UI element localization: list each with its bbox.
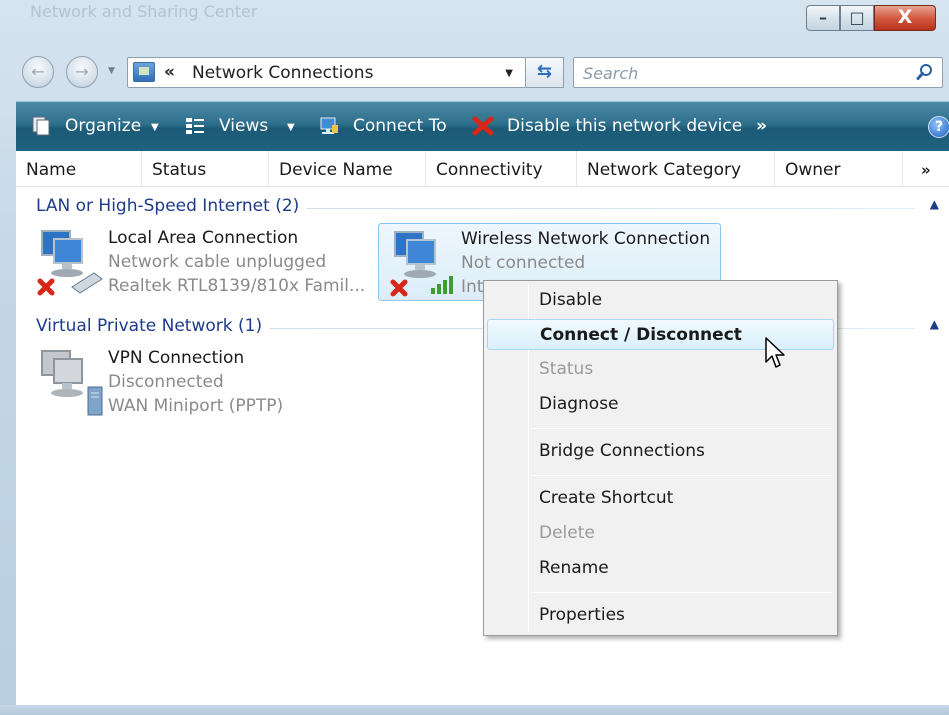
back-button[interactable]: ← xyxy=(22,56,54,88)
connection-status: Disconnected xyxy=(108,372,224,392)
collapse-chevron-icon[interactable]: ▲ xyxy=(930,197,939,211)
menu-item-bridge-connections[interactable]: Bridge Connections xyxy=(487,436,834,467)
address-dropdown-icon[interactable]: ▼ xyxy=(505,68,513,79)
menu-separator xyxy=(532,592,832,593)
column-header-owner[interactable]: Owner xyxy=(775,151,903,187)
refresh-button[interactable]: ⇆ xyxy=(526,57,564,88)
search-input[interactable]: Search xyxy=(573,57,943,88)
address-text[interactable]: Network Connections xyxy=(192,63,373,83)
network-connections-icon xyxy=(133,62,155,82)
views-label: Views xyxy=(219,116,269,136)
vpn-network-icon xyxy=(41,350,103,416)
title-bar[interactable]: Network and Sharing Center – □ X xyxy=(0,0,949,44)
organize-icon xyxy=(32,116,50,136)
group-label-lan: LAN or High-Speed Internet (2) xyxy=(36,196,308,216)
command-bar: Organize ▼ Views ▼ Connect To Disable th… xyxy=(16,101,949,151)
connection-status: Not connected xyxy=(461,253,586,273)
column-headers: Name Status Device Name Connectivity Net… xyxy=(16,151,949,187)
connect-to-icon xyxy=(320,117,338,134)
views-icon xyxy=(186,118,204,134)
more-columns-chevron-icon[interactable]: » xyxy=(921,161,931,179)
menu-item-create-shortcut[interactable]: Create Shortcut xyxy=(487,483,834,514)
connection-name: Local Area Connection xyxy=(108,228,299,248)
disable-device-label: Disable this network device xyxy=(507,116,743,136)
connection-device: WAN Miniport (PPTP) xyxy=(108,396,284,416)
column-header-name[interactable]: Name xyxy=(16,151,142,187)
connection-name: VPN Connection xyxy=(108,348,245,368)
recent-pages-dropdown-icon[interactable]: ▼ xyxy=(108,66,115,76)
help-icon[interactable]: ? xyxy=(928,116,949,138)
collapse-chevron-icon[interactable]: ▲ xyxy=(930,317,939,331)
connection-device: Realtek RTL8139/810x Famil... xyxy=(108,276,366,296)
column-header-status[interactable]: Status xyxy=(142,151,269,187)
forward-button[interactable]: → xyxy=(66,56,98,88)
address-bar[interactable]: « Network Connections ▼ xyxy=(127,57,526,88)
red-x-icon xyxy=(472,116,494,136)
chevron-more-icon: » xyxy=(756,116,767,136)
connection-status: Network cable unplugged xyxy=(108,252,327,272)
menu-item-diagnose[interactable]: Diagnose xyxy=(487,389,834,420)
close-icon: X xyxy=(897,6,913,28)
menu-item-delete: Delete xyxy=(539,523,595,543)
views-button[interactable]: Views ▼ xyxy=(184,102,304,152)
toolbar-overflow-button[interactable]: » xyxy=(754,102,774,152)
maximize-icon: □ xyxy=(849,8,865,27)
mouse-pointer-icon xyxy=(765,337,785,368)
group-header-lan[interactable]: LAN or High-Speed Internet (2) ▲ xyxy=(16,193,949,221)
minimize-icon: – xyxy=(819,8,827,27)
wired-network-icon xyxy=(37,230,103,296)
maximize-button[interactable]: □ xyxy=(840,5,874,31)
vpn-connection-item[interactable]: VPN Connection Disconnected WAN Miniport… xyxy=(26,343,369,421)
menu-item-disable[interactable]: Disable xyxy=(487,285,834,316)
organize-label: Organize xyxy=(65,116,142,136)
views-dropdown-icon: ▼ xyxy=(287,122,295,133)
search-placeholder: Search xyxy=(583,64,639,83)
refresh-icon: ⇆ xyxy=(536,61,553,82)
menu-separator xyxy=(532,475,832,476)
window-frame: Network and Sharing Center – □ X ← → ▼ «… xyxy=(0,0,949,715)
window-title: Network and Sharing Center xyxy=(30,2,258,21)
group-label-vpn: Virtual Private Network (1) xyxy=(36,316,271,336)
connect-to-button[interactable]: Connect To xyxy=(318,102,458,152)
back-arrow-icon: ← xyxy=(31,62,45,81)
column-header-network-category[interactable]: Network Category xyxy=(577,151,775,187)
menu-item-rename[interactable]: Rename xyxy=(487,553,834,584)
disable-device-button[interactable]: Disable this network device xyxy=(472,102,752,152)
local-area-connection-item[interactable]: Local Area Connection Network cable unpl… xyxy=(26,223,369,301)
organize-dropdown-icon: ▼ xyxy=(151,122,159,133)
connect-to-label: Connect To xyxy=(353,116,447,136)
address-chevron[interactable]: « xyxy=(164,62,175,82)
menu-item-properties[interactable]: Properties xyxy=(487,600,834,631)
minimize-button[interactable]: – xyxy=(806,5,840,31)
organize-button[interactable]: Organize ▼ xyxy=(30,102,165,152)
menu-separator xyxy=(532,428,832,429)
close-button[interactable]: X xyxy=(874,5,936,31)
context-menu: Disable Connect / Disconnect Status Diag… xyxy=(483,280,838,636)
connection-device: Int xyxy=(461,277,484,297)
wireless-network-icon xyxy=(390,231,453,297)
forward-arrow-icon: → xyxy=(75,62,89,81)
search-icon[interactable] xyxy=(916,63,934,81)
column-header-connectivity[interactable]: Connectivity xyxy=(426,151,577,187)
connection-name: Wireless Network Connection xyxy=(461,229,711,249)
column-header-device-name[interactable]: Device Name xyxy=(269,151,426,187)
window-bottom-border xyxy=(0,705,949,715)
